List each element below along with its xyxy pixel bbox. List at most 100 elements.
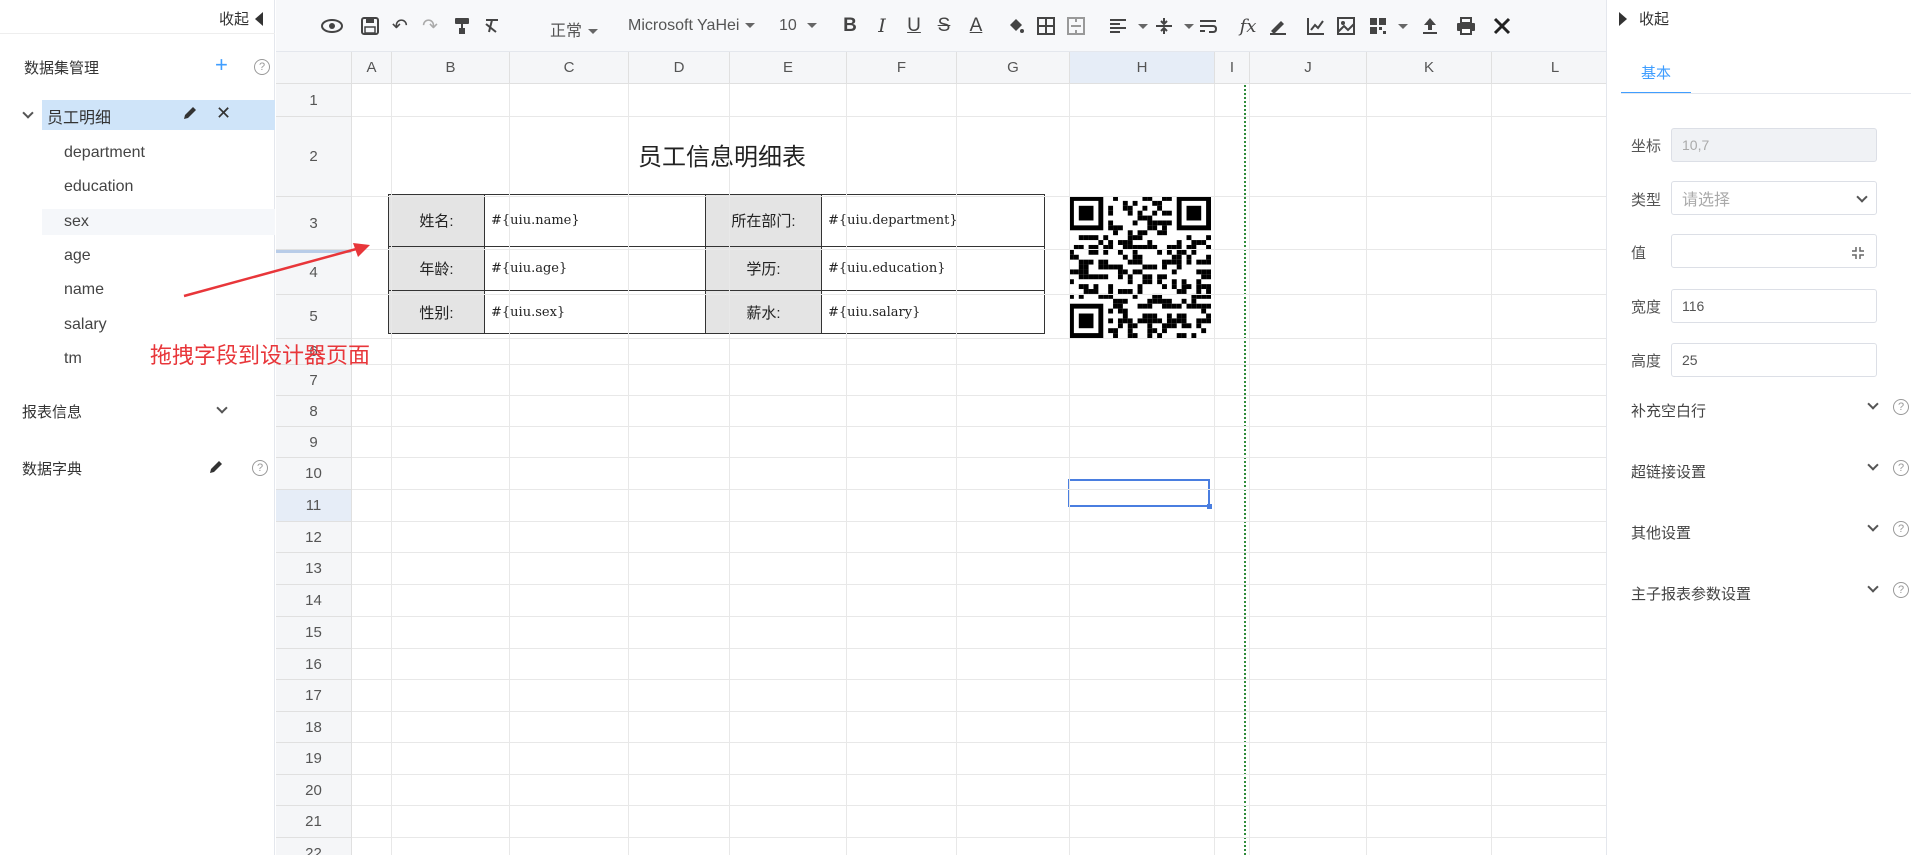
column-header[interactable]: E xyxy=(730,52,847,84)
height-input[interactable]: 25 xyxy=(1671,343,1877,377)
field-name[interactable]: name xyxy=(64,281,104,299)
section-blank-rows[interactable]: 补充空白行 ? xyxy=(1631,396,1911,426)
label-cell-name[interactable]: 姓名: xyxy=(388,194,485,247)
chevron-down-icon[interactable] xyxy=(1867,520,1879,532)
value-cell-name[interactable]: #{uiu.name} xyxy=(484,194,706,247)
merge-cells-icon[interactable] xyxy=(1064,14,1088,38)
image-icon[interactable] xyxy=(1334,14,1358,38)
column-header[interactable]: C xyxy=(510,52,629,84)
column-header[interactable]: A xyxy=(352,52,392,84)
qrcode-image[interactable] xyxy=(1068,196,1212,338)
caret-down-icon[interactable] xyxy=(1138,24,1148,29)
chevron-down-icon[interactable] xyxy=(1867,459,1879,471)
vertical-align-icon[interactable] xyxy=(1152,14,1176,38)
formula-icon[interactable]: fx xyxy=(1236,14,1260,38)
left-collapse-button[interactable]: 收起 xyxy=(219,8,263,29)
section-master-sub-params[interactable]: 主子报表参数设置 ? xyxy=(1631,579,1911,609)
column-header[interactable]: G xyxy=(957,52,1070,84)
fill-color-icon[interactable] xyxy=(1004,14,1028,38)
report-info-section[interactable]: 报表信息 xyxy=(0,396,275,426)
underline-icon[interactable]: U xyxy=(902,14,926,38)
help-icon[interactable]: ? xyxy=(1893,399,1909,415)
edit-dict-icon[interactable] xyxy=(208,459,224,480)
field-education[interactable]: education xyxy=(64,178,133,196)
dataset-help-icon[interactable]: ? xyxy=(254,59,270,75)
row-header[interactable]: 2 xyxy=(276,117,352,197)
dataset-item[interactable]: 员工明细 ✕ xyxy=(22,100,275,130)
spreadsheet-grid[interactable]: 员工信息明细表 姓名: #{uiu.name} 所在部门: #{uiu.depa… xyxy=(276,52,1606,855)
row-header[interactable]: 17 xyxy=(276,680,352,712)
value-cell-sex[interactable]: #{uiu.sex} xyxy=(484,290,706,334)
column-header[interactable]: F xyxy=(847,52,957,84)
help-icon[interactable]: ? xyxy=(1893,460,1909,476)
add-dataset-icon[interactable]: + xyxy=(215,54,228,76)
column-header[interactable]: H xyxy=(1070,52,1215,84)
font-select[interactable]: Microsoft YaHei xyxy=(628,17,756,35)
bold-icon[interactable]: B xyxy=(838,14,862,38)
label-cell-salary[interactable]: 薪水: xyxy=(705,290,822,334)
row-header[interactable]: 20 xyxy=(276,775,352,806)
width-input[interactable]: 116 xyxy=(1671,289,1877,323)
row-header[interactable]: 19 xyxy=(276,743,352,775)
label-cell-department[interactable]: 所在部门: xyxy=(705,194,822,247)
value-cell-age[interactable]: #{uiu.age} xyxy=(484,246,706,291)
tab-basic[interactable]: 基本 xyxy=(1621,58,1691,94)
value-cell-education[interactable]: #{uiu.education} xyxy=(821,246,1045,291)
row-header[interactable]: 1 xyxy=(276,84,352,117)
align-left-icon[interactable] xyxy=(1106,14,1130,38)
redo-icon[interactable]: ↷ xyxy=(418,14,442,38)
type-select[interactable]: 请选择 xyxy=(1671,181,1877,215)
undo-icon[interactable]: ↶ xyxy=(388,14,412,38)
row-header[interactable]: 9 xyxy=(276,427,352,458)
italic-icon[interactable]: I xyxy=(870,14,894,38)
wrap-text-icon[interactable] xyxy=(1196,14,1220,38)
dict-help-icon[interactable]: ? xyxy=(252,460,268,476)
row-header[interactable]: 8 xyxy=(276,396,352,427)
preview-icon[interactable] xyxy=(320,14,344,38)
upload-icon[interactable] xyxy=(1418,14,1442,38)
help-icon[interactable]: ? xyxy=(1893,521,1909,537)
column-header[interactable]: K xyxy=(1367,52,1492,84)
field-sex[interactable]: sex xyxy=(64,213,89,231)
row-header[interactable]: 22 xyxy=(276,838,352,855)
column-header[interactable]: J xyxy=(1250,52,1367,84)
qrcode-icon[interactable] xyxy=(1366,14,1390,38)
value-cell-salary[interactable]: #{uiu.salary} xyxy=(821,290,1045,334)
format-select[interactable]: 正常 xyxy=(550,17,599,41)
help-icon[interactable]: ? xyxy=(1893,582,1909,598)
row-header[interactable]: 14 xyxy=(276,585,352,617)
font-color-icon[interactable]: A xyxy=(964,14,988,38)
format-painter-icon[interactable] xyxy=(450,14,474,38)
caret-down-icon[interactable] xyxy=(1398,24,1408,29)
column-header[interactable]: D xyxy=(629,52,730,84)
chevron-down-icon[interactable] xyxy=(1867,398,1879,410)
row-header[interactable]: 11 xyxy=(276,490,352,522)
column-header[interactable]: B xyxy=(392,52,510,84)
conditional-format-icon[interactable] xyxy=(1266,14,1290,38)
edit-dataset-icon[interactable] xyxy=(182,105,198,126)
section-other[interactable]: 其他设置 ? xyxy=(1631,518,1911,548)
row-header[interactable]: 18 xyxy=(276,712,352,743)
grid-corner[interactable] xyxy=(276,52,352,84)
field-tm[interactable]: tm xyxy=(64,350,82,368)
chevron-down-icon[interactable] xyxy=(1867,581,1879,593)
font-size-select[interactable]: 10 xyxy=(779,17,817,35)
caret-down-icon[interactable] xyxy=(1184,24,1194,29)
selected-cell[interactable] xyxy=(1068,479,1212,509)
report-title[interactable]: 员工信息明细表 xyxy=(638,137,806,172)
expand-icon[interactable] xyxy=(1850,245,1866,261)
label-cell-sex[interactable]: 性别: xyxy=(388,290,485,334)
right-collapse-button[interactable]: 收起 xyxy=(1619,8,1669,29)
label-cell-age[interactable]: 年龄: xyxy=(388,246,485,291)
row-header[interactable]: 16 xyxy=(276,649,352,680)
column-header[interactable]: I xyxy=(1215,52,1250,84)
row-header[interactable]: 10 xyxy=(276,458,352,490)
remove-dataset-icon[interactable]: ✕ xyxy=(216,103,231,124)
field-salary[interactable]: salary xyxy=(64,316,107,334)
row-header[interactable]: 12 xyxy=(276,522,352,553)
label-cell-education[interactable]: 学历: xyxy=(705,246,822,291)
save-icon[interactable] xyxy=(358,14,382,38)
section-hyperlink[interactable]: 超链接设置 ? xyxy=(1631,457,1911,487)
column-header[interactable]: L xyxy=(1492,52,1606,84)
row-header[interactable]: 13 xyxy=(276,553,352,585)
